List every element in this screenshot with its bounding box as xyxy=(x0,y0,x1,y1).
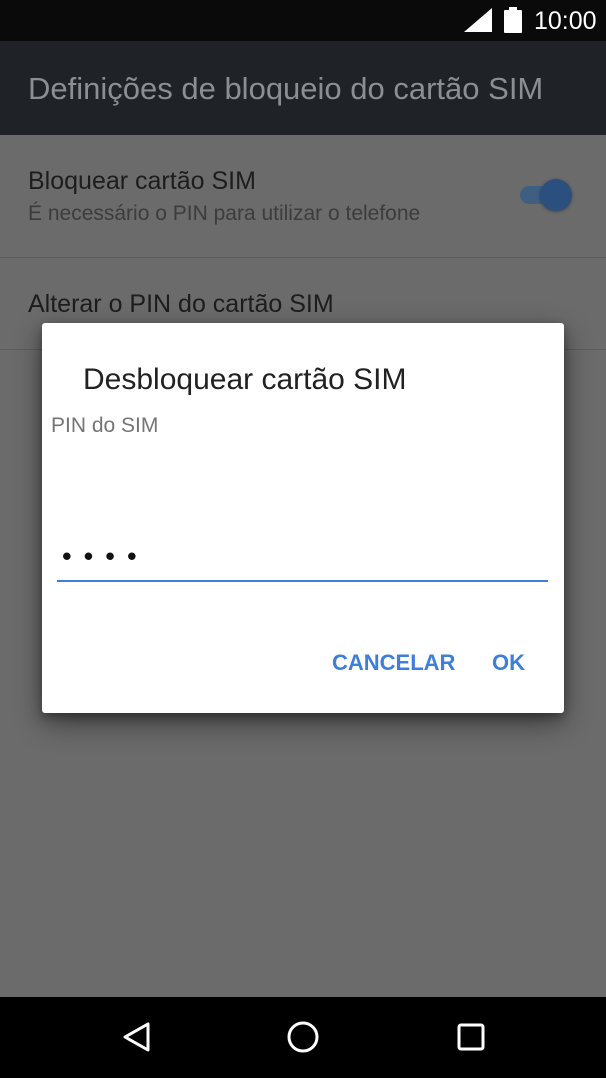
ok-button[interactable]: OK xyxy=(492,649,525,677)
back-button[interactable] xyxy=(116,1017,156,1057)
home-icon xyxy=(287,1021,319,1053)
dialog-title: Desbloquear cartão SIM xyxy=(83,363,407,396)
home-button[interactable] xyxy=(283,1017,323,1057)
cancel-button[interactable]: CANCELAR xyxy=(332,649,455,677)
page-title: Definições de bloqueio do cartão SIM xyxy=(28,71,544,106)
status-clock: 10:00 xyxy=(534,7,597,35)
back-icon xyxy=(123,1022,150,1052)
signal-icon xyxy=(464,8,492,32)
recents-icon xyxy=(457,1023,485,1051)
setting-lock-sim-title: Bloquear cartão SIM xyxy=(28,167,256,195)
toggle-thumb xyxy=(540,179,572,211)
setting-lock-sim[interactable]: Bloquear cartão SIM É necessário o PIN p… xyxy=(0,135,606,258)
navigation-bar xyxy=(0,997,606,1078)
app-bar: Definições de bloqueio do cartão SIM xyxy=(0,41,606,135)
settings-list: Bloquear cartão SIM É necessário o PIN p… xyxy=(0,135,606,258)
lock-sim-toggle[interactable] xyxy=(518,178,574,212)
unlock-sim-dialog: Desbloquear cartão SIM PIN do SIM CANCEL… xyxy=(42,323,564,713)
recents-button[interactable] xyxy=(451,1017,491,1057)
battery-icon xyxy=(504,7,522,33)
status-bar: 10:00 xyxy=(0,0,606,41)
setting-lock-sim-subtitle: É necessário o PIN para utilizar o telef… xyxy=(28,202,421,225)
pin-field-label: PIN do SIM xyxy=(51,414,159,437)
pin-input[interactable] xyxy=(57,536,548,582)
setting-change-pin-title: Alterar o PIN do cartão SIM xyxy=(28,290,334,318)
